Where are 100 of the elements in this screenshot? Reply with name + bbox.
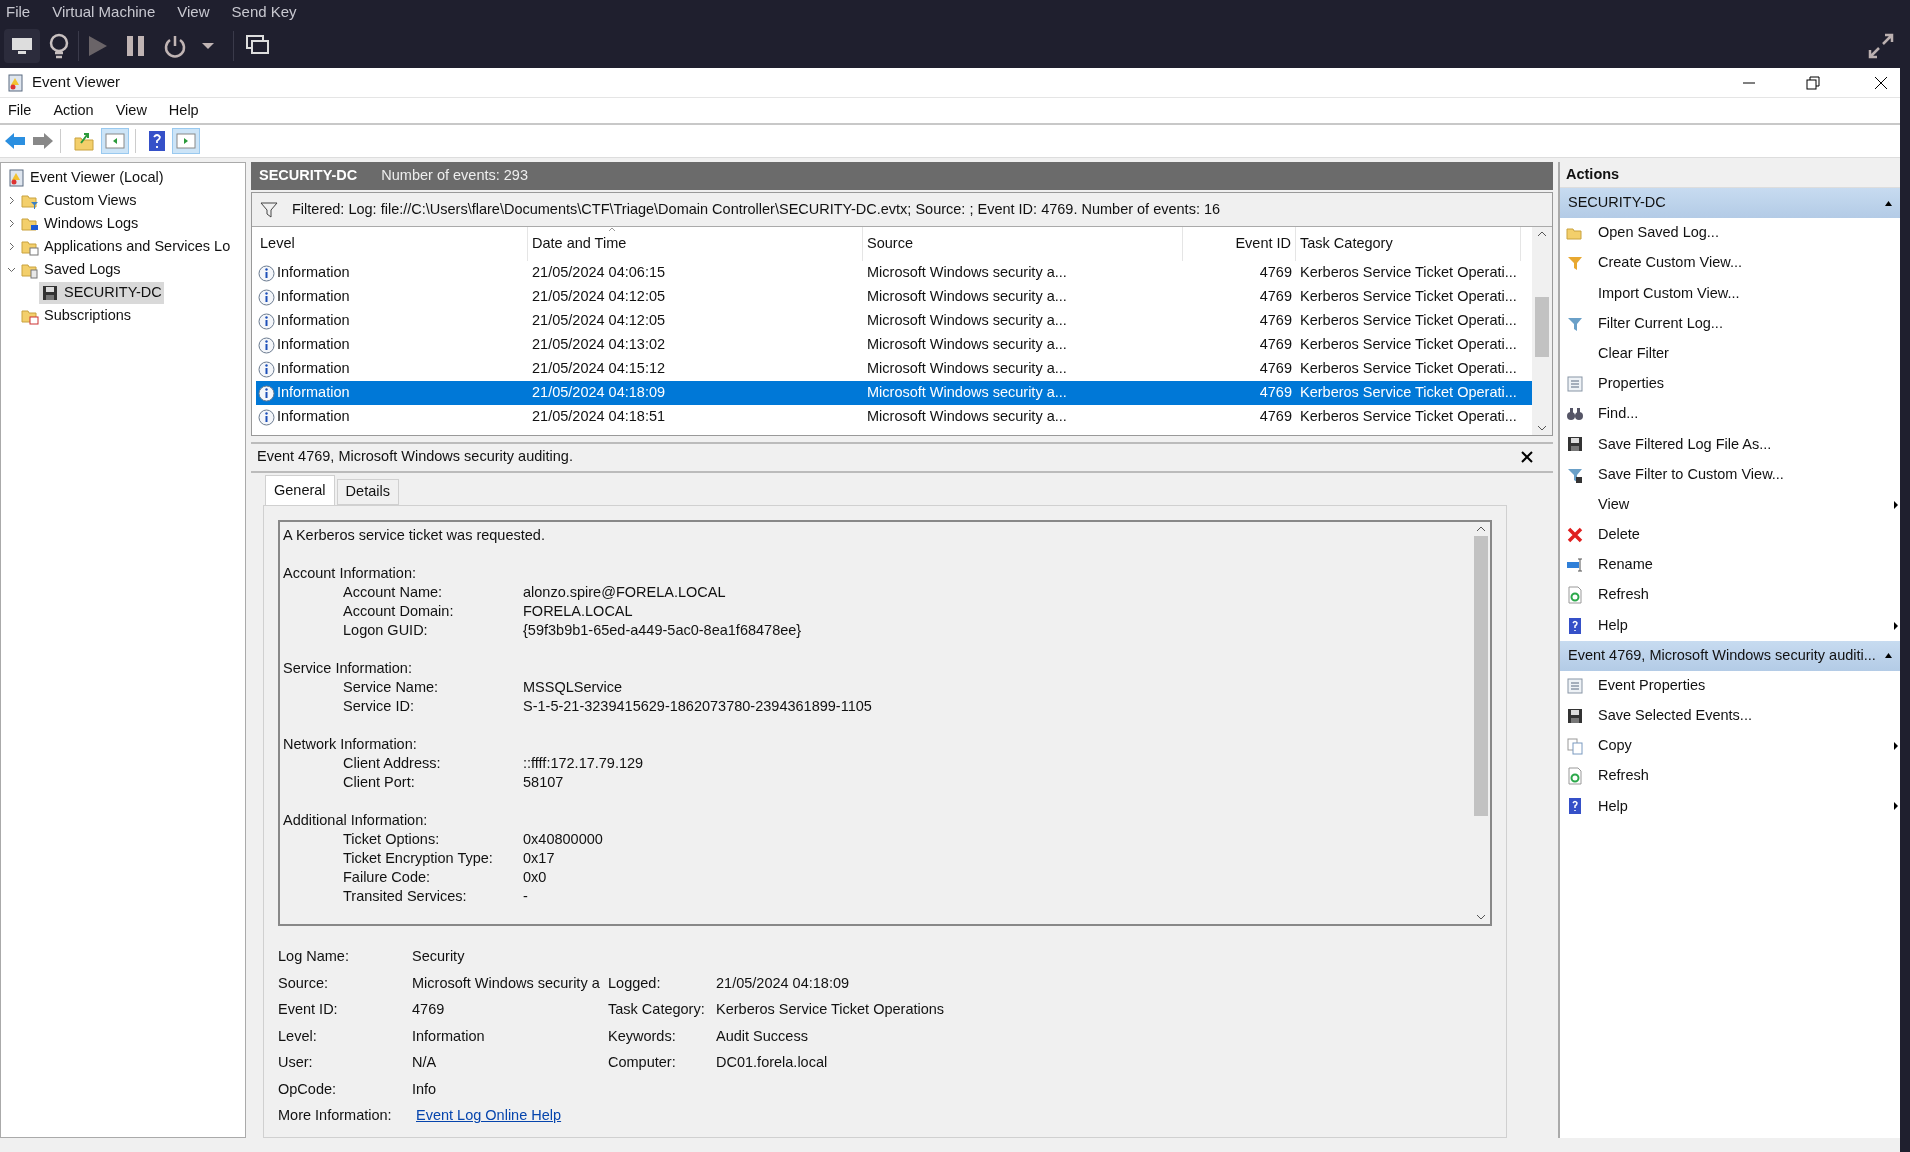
pane-command[interactable]: Help [1560, 610, 1900, 641]
panel-toggle-icon[interactable] [101, 128, 129, 154]
funnel-icon [260, 201, 278, 218]
action-group-header[interactable]: Event 4769, Microsoft Windows security auditi... [1560, 640, 1900, 671]
log-book-icon [7, 169, 25, 187]
field-value: 0x40800000 [523, 830, 603, 849]
field-label: Service Name: [343, 678, 440, 697]
event-row[interactable]: Information 21/05/2024 04:13:02 Microsoft Windows security a... 4769 Kerberos Service Ticket Operati... [256, 333, 1532, 357]
table-cell-text: 4769 [1259, 407, 1292, 427]
table-cell: Microsoft Windows security a... [867, 384, 1067, 401]
column-header[interactable]: Event ID [1183, 227, 1296, 261]
pane-command[interactable]: Refresh [1560, 580, 1900, 611]
tree-item[interactable]: Custom Views [19, 189, 139, 212]
restore-icon[interactable] [1806, 75, 1820, 90]
screens-icon[interactable] [246, 35, 270, 57]
monitor-icon[interactable] [4, 29, 40, 63]
event-row[interactable]: Information 21/05/2024 04:12:05 Microsoft Windows security a... 4769 Kerberos Service Ticket Operati... [256, 309, 1532, 333]
menu-item[interactable]: Virtual Machine [50, 0, 158, 24]
lightbulb-icon[interactable] [48, 33, 70, 59]
tree-item[interactable]: Applications and Services Lo [19, 235, 233, 258]
pane-command[interactable]: Delete [1560, 519, 1900, 551]
event-row[interactable]: Information 21/05/2024 04:15:12 Microsoft Windows security a... 4769 Kerberos Service Ticket Operati... [256, 357, 1532, 381]
scroll-down-icon[interactable] [1476, 914, 1486, 920]
folder-up-icon[interactable] [73, 131, 95, 151]
tree-item[interactable]: Event Viewer (Local) [3, 167, 245, 189]
menu-item[interactable]: File [4, 0, 33, 24]
scroll-up-icon[interactable] [1476, 526, 1486, 532]
column-header[interactable]: Source [863, 227, 1183, 261]
field-label: Transited Services: [343, 887, 468, 906]
action-group-header[interactable]: SECURITY-DC [1560, 188, 1900, 218]
pane-command[interactable]: Help [1560, 791, 1900, 822]
pane-command[interactable]: Open Saved Log... [1560, 218, 1900, 249]
panel-toggle-icon[interactable] [172, 128, 200, 154]
tab[interactable]: Details [336, 479, 399, 505]
scroll-down-icon[interactable] [1537, 425, 1547, 431]
menu-item[interactable]: Send Key [229, 0, 299, 24]
tree-item[interactable]: Windows Logs [19, 212, 141, 235]
power-icon[interactable] [163, 34, 187, 58]
event-row[interactable]: Information 21/05/2024 04:06:15 Microsoft Windows security a... 4769 Kerberos Service Ticket Operati... [256, 261, 1532, 285]
caret-down-icon[interactable] [201, 42, 215, 50]
pane-command[interactable]: Clear Filter [1560, 338, 1900, 369]
pane-command[interactable]: Create Custom View... [1560, 248, 1900, 279]
table-cell: 21/05/2024 04:13:02 [532, 336, 666, 353]
table-cell: Microsoft Windows security a... [867, 360, 1067, 377]
tree-item[interactable]: Saved Logs [19, 258, 123, 281]
pane-command[interactable]: Save Filter to Custom View... [1560, 459, 1900, 490]
table-cell: Microsoft Windows security a... [867, 408, 1067, 425]
pane-command[interactable]: Save Selected Events... [1560, 700, 1900, 731]
scroll-thumb[interactable] [1535, 297, 1549, 357]
pane-command[interactable]: Event Properties [1560, 670, 1900, 701]
pane-command[interactable]: View [1560, 489, 1900, 520]
pane-command[interactable]: Import Custom View... [1560, 278, 1900, 309]
pause-icon[interactable] [125, 34, 147, 58]
property-value: Microsoft Windows security a [412, 973, 600, 993]
pane-command[interactable]: Rename [1560, 550, 1900, 581]
property-value: 4769 [412, 1000, 445, 1019]
column-header[interactable]: Task Category [1296, 227, 1521, 261]
fullscreen-icon[interactable] [1868, 33, 1894, 59]
help-link[interactable]: Event Log Online Help [416, 1105, 562, 1131]
field-label: Account Name: [343, 583, 444, 602]
property-value: N/A [412, 1053, 437, 1072]
pane-command[interactable]: Filter Current Log... [1560, 308, 1900, 339]
event-row[interactable]: Information 21/05/2024 04:18:51 Microsoft Windows security a... 4769 Kerberos Service Ticket Operati... [256, 405, 1532, 429]
column-header[interactable]: Date and Time [528, 227, 863, 261]
pane-command[interactable]: Save Filtered Log File As... [1560, 429, 1900, 460]
pane-command[interactable]: Find... [1560, 399, 1900, 430]
info-icon [258, 360, 275, 378]
table-cell: Microsoft Windows security a... [867, 288, 1067, 305]
table-cell-text: Information [277, 263, 350, 283]
event-row[interactable]: Information 21/05/2024 04:12:05 Microsoft Windows security a... 4769 Kerberos Service Ticket Operati... [256, 285, 1532, 309]
pane-command[interactable]: Properties [1560, 368, 1900, 400]
field-label: Client Port: [343, 773, 416, 792]
event-row[interactable]: Information 21/05/2024 04:18:09 Microsoft Windows security a... 4769 Kerberos Service Ticket Operati... [256, 381, 1532, 405]
menu-item[interactable]: Help [168, 99, 199, 122]
close-icon[interactable] [1874, 75, 1888, 90]
menu-item[interactable]: View [175, 0, 212, 24]
menu-item[interactable]: View [115, 99, 147, 122]
tab[interactable]: General [265, 475, 335, 505]
forward-arrow-icon[interactable] [32, 132, 54, 150]
scroll-thumb[interactable] [1474, 536, 1488, 816]
pane-command[interactable]: Refresh [1560, 761, 1900, 792]
menu-item[interactable]: File [8, 99, 32, 122]
scroll-up-icon[interactable] [1537, 231, 1547, 237]
info-icon [258, 384, 275, 402]
tree-item[interactable]: Subscriptions [19, 304, 134, 327]
back-arrow-icon[interactable] [4, 132, 26, 150]
info-icon [258, 312, 275, 330]
field-value: alonzo.spire@FORELA.LOCAL [523, 583, 726, 602]
column-header[interactable]: Level [256, 227, 528, 261]
pane-command[interactable]: Copy [1560, 731, 1900, 762]
table-cell: Kerberos Service Ticket Operati... [1300, 360, 1517, 377]
tree-item[interactable]: SECURITY-DC [39, 281, 164, 304]
play-icon[interactable] [87, 34, 109, 58]
event-detail-title: Event 4769, Microsoft Windows security auditing. [257, 447, 573, 467]
table-cell: Kerberos Service Ticket Operati... [1300, 408, 1517, 425]
close-icon[interactable] [1521, 451, 1533, 464]
property-value: DC01.forela.local [716, 1053, 828, 1072]
filter-description: Filtered: Log: file://C:\Users\flare\Documents\CTF\Triage\Domain Controller\SECURITY-DC.evtx; Source: ; Event ID: 4769. Number of events: 16 [292, 199, 1221, 219]
menu-item[interactable]: Action [53, 99, 94, 122]
help-icon[interactable] [148, 130, 166, 152]
